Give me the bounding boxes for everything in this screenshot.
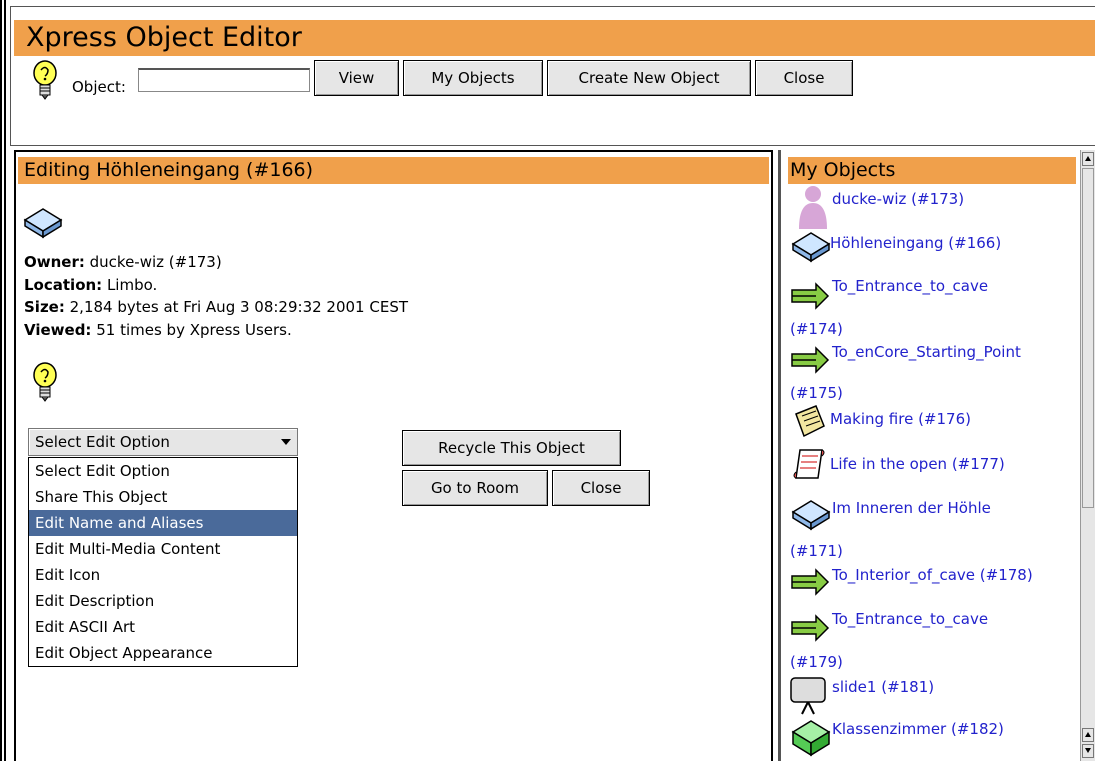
my-objects-heading: My Objects	[788, 157, 1076, 184]
my-object-link[interactable]: Making fire (#176)	[830, 410, 971, 428]
lightbulb-icon[interactable]	[32, 362, 58, 404]
view-button[interactable]: View	[314, 60, 399, 96]
my-object-link[interactable]: To_Interior_of_cave (#178)	[832, 566, 1033, 584]
my-object-id[interactable]: (#171)	[790, 542, 843, 560]
my-object-link[interactable]: To_Entrance_to_cave	[832, 277, 988, 295]
owner-label: Owner:	[24, 253, 85, 271]
close-button[interactable]: Close	[755, 60, 853, 96]
viewed-value: 51 times by Xpress Users.	[96, 321, 292, 339]
my-objects-button[interactable]: My Objects	[403, 60, 543, 96]
option-edit-name[interactable]: Edit Name and Aliases	[29, 510, 297, 536]
object-label: Object:	[72, 78, 126, 96]
edit-option-dropdown: Select Edit Option Share This Object Edi…	[28, 457, 298, 667]
editor-close-button[interactable]: Close	[552, 470, 650, 506]
room-icon	[791, 500, 831, 531]
owner-line: Owner: ducke-wiz (#173)	[24, 253, 222, 271]
note-icon	[795, 405, 825, 438]
option-edit-icon[interactable]: Edit Icon	[29, 562, 297, 588]
go-to-room-button[interactable]: Go to Room	[402, 470, 548, 506]
lightbulb-icon[interactable]	[32, 60, 58, 102]
chevron-down-icon	[281, 439, 291, 445]
owner-value: ducke-wiz (#173)	[89, 253, 222, 271]
exit-arrow-icon	[791, 568, 830, 596]
option-select-edit[interactable]: Select Edit Option	[29, 458, 297, 484]
my-object-id[interactable]: (#179)	[790, 653, 843, 671]
select-value: Select Edit Option	[35, 433, 170, 451]
my-object-link[interactable]: Im Inneren der Höhle	[832, 499, 991, 517]
location-line: Location: Limbo.	[24, 276, 157, 294]
my-object-id[interactable]: (#175)	[790, 384, 843, 402]
recycle-button[interactable]: Recycle This Object	[402, 430, 621, 466]
page-title: Xpress Object Editor	[26, 22, 302, 53]
viewed-label: Viewed:	[24, 321, 92, 339]
object-input[interactable]	[138, 68, 310, 92]
my-object-link[interactable]: ducke-wiz (#173)	[832, 190, 964, 208]
create-new-object-button[interactable]: Create New Object	[547, 60, 751, 96]
option-edit-multimedia[interactable]: Edit Multi-Media Content	[29, 536, 297, 562]
option-share[interactable]: Share This Object	[29, 484, 297, 510]
size-value: 2,184 bytes at Fri Aug 3 08:29:32 2001 C…	[69, 298, 409, 316]
scroll-down-arrow-icon[interactable]	[1082, 744, 1094, 758]
room-icon	[791, 232, 831, 263]
my-object-link[interactable]: Life in the open (#177)	[830, 455, 1005, 473]
location-label: Location:	[24, 276, 103, 294]
slide-projector-icon	[790, 677, 826, 715]
exit-arrow-icon	[791, 614, 830, 642]
scroll-up-arrow-icon[interactable]	[1082, 728, 1094, 742]
my-object-link[interactable]: To_enCore_Starting_Point	[832, 343, 1021, 361]
green-room-icon	[791, 720, 831, 757]
my-object-link[interactable]: slide1 (#181)	[832, 678, 934, 696]
my-object-link[interactable]: To_Entrance_to_cave	[832, 610, 988, 628]
scroll-icon	[793, 449, 825, 479]
option-edit-appearance[interactable]: Edit Object Appearance	[29, 640, 297, 666]
location-value: Limbo.	[106, 276, 158, 294]
option-edit-ascii[interactable]: Edit ASCII Art	[29, 614, 297, 640]
person-icon	[799, 186, 827, 229]
edit-option-select[interactable]: Select Edit Option	[28, 428, 298, 456]
scrollbar-thumb[interactable]	[1082, 168, 1094, 508]
room-icon	[23, 208, 63, 239]
exit-arrow-icon	[791, 282, 830, 310]
option-edit-description[interactable]: Edit Description	[29, 588, 297, 614]
size-line: Size: 2,184 bytes at Fri Aug 3 08:29:32 …	[24, 298, 408, 316]
scroll-up-arrow-icon[interactable]	[1082, 152, 1094, 166]
vertical-scrollbar[interactable]	[1080, 150, 1095, 761]
editor-heading: Editing Höhleneingang (#166)	[18, 157, 769, 184]
viewed-line: Viewed: 51 times by Xpress Users.	[24, 321, 292, 339]
size-label: Size:	[24, 298, 65, 316]
exit-arrow-icon	[791, 346, 830, 374]
window-frame	[0, 0, 6, 761]
my-object-link[interactable]: Klassenzimmer (#182)	[832, 720, 1004, 738]
my-object-id[interactable]: (#174)	[790, 320, 843, 338]
title-bar: Xpress Object Editor	[14, 20, 1095, 56]
my-object-link[interactable]: Höhleneingang (#166)	[830, 234, 1001, 252]
